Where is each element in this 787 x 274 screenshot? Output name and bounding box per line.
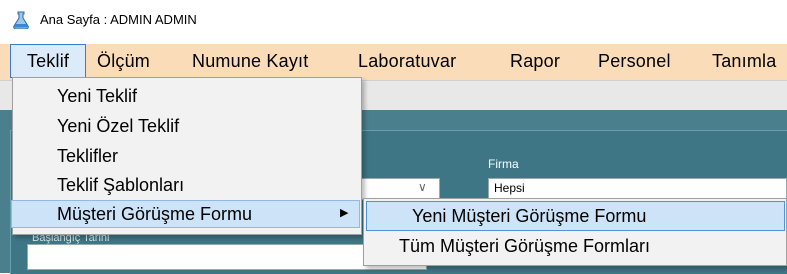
left-combo[interactable]: [360, 178, 440, 200]
menu-olcum[interactable]: Ölçüm: [97, 44, 150, 78]
menu-rapor[interactable]: Rapor: [510, 44, 560, 78]
submenu-arrow-icon: ▶: [340, 207, 349, 219]
menu-teklif[interactable]: Teklif: [10, 44, 86, 78]
firma-select[interactable]: [488, 178, 787, 200]
menu-numune-kayit[interactable]: Numune Kayıt: [192, 44, 308, 78]
menu-item-teklif-sablonlari[interactable]: Teklif Şablonları: [57, 175, 184, 196]
chevron-down-icon[interactable]: ∨: [418, 180, 427, 194]
firma-label: Firma: [488, 157, 519, 171]
menu-personel[interactable]: Personel: [598, 44, 671, 78]
flask-icon: [13, 11, 29, 29]
menu-item-yeni-teklif[interactable]: Yeni Teklif: [57, 86, 137, 107]
menu-laboratuvar[interactable]: Laboratuvar: [358, 44, 456, 78]
menu-item-teklifler[interactable]: Teklifler: [57, 146, 118, 167]
window-title: Ana Sayfa : ADMIN ADMIN: [40, 12, 197, 27]
menu-bar: Teklif Ölçüm Numune Kayıt Laboratuvar Ra…: [0, 44, 787, 80]
menu-item-yeni-ozel-teklif[interactable]: Yeni Özel Teklif: [57, 116, 179, 137]
menu-item-musteri-gorusme-formu[interactable]: Müşteri Görüşme Formu: [57, 204, 252, 225]
menu-item-yeni-musteri-gorusme-formu[interactable]: Yeni Müşteri Görüşme Formu: [412, 206, 646, 227]
menu-item-tum-musteri-gorusme-formlari[interactable]: Tüm Müşteri Görüşme Formları: [399, 236, 650, 257]
menu-tanimla[interactable]: Tanımla: [712, 44, 776, 78]
firma-value: Hepsi: [494, 181, 525, 195]
